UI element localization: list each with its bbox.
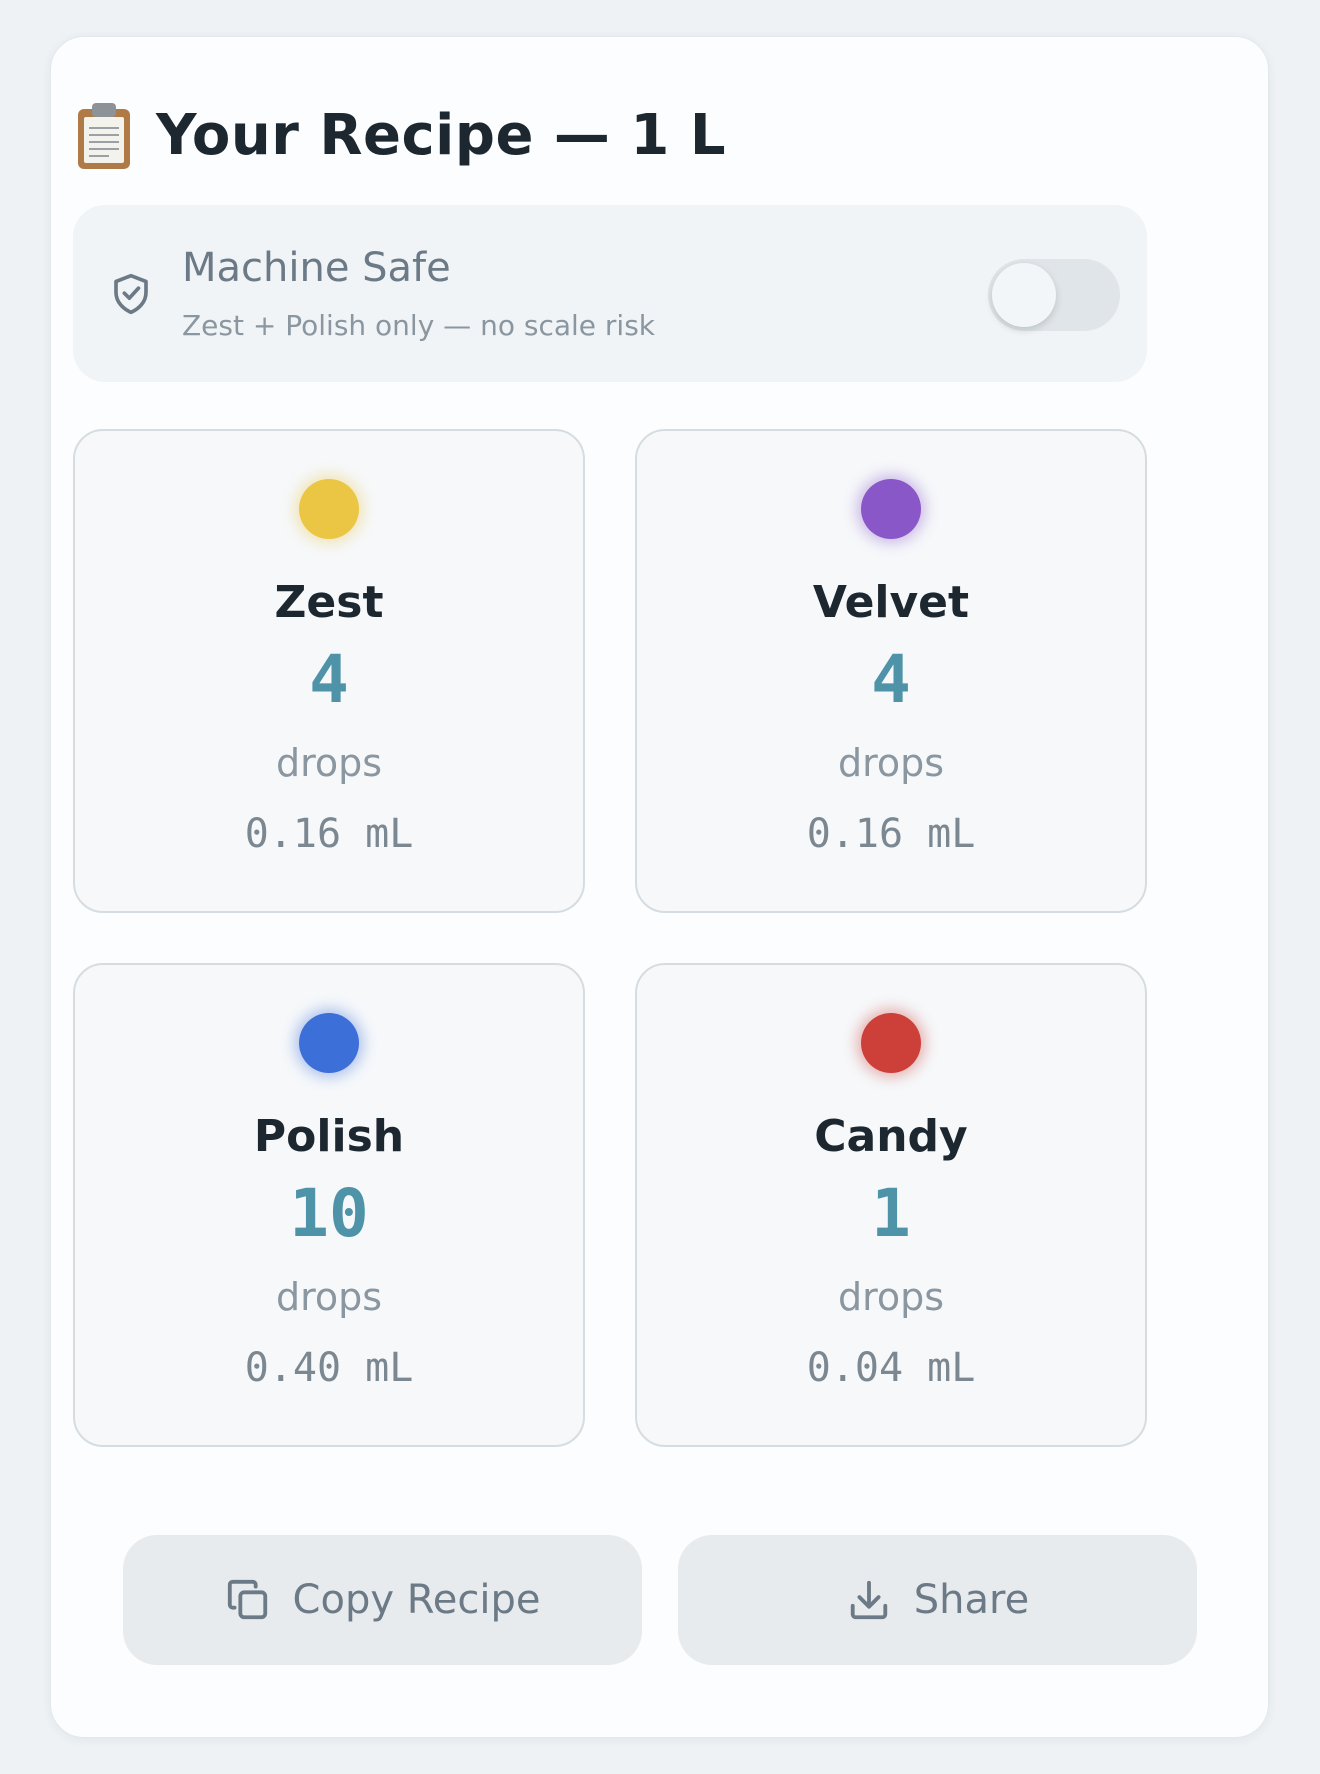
flavor-unit: drops xyxy=(275,741,383,785)
flavor-card-polish: Polish 10 drops 0.40 mL xyxy=(73,963,585,1447)
flavor-card-velvet: Velvet 4 drops 0.16 mL xyxy=(635,429,1147,913)
download-icon xyxy=(850,1580,887,1620)
copy-icon xyxy=(227,1579,267,1620)
flavor-color-dot xyxy=(299,1013,359,1073)
flavor-drop-count: 4 xyxy=(871,641,911,718)
flavor-name: Velvet xyxy=(812,577,970,628)
flavor-volume: 0.16 mL xyxy=(806,811,976,857)
copy-recipe-button[interactable]: Copy Recipe xyxy=(123,1535,642,1665)
recipe-header: Your Recipe — 1 L xyxy=(76,80,726,190)
flavor-name: Candy xyxy=(814,1111,968,1162)
flavor-drop-count: 1 xyxy=(871,1175,911,1252)
flavor-card-candy: Candy 1 drops 0.04 mL xyxy=(635,963,1147,1447)
flavor-unit: drops xyxy=(837,1275,945,1319)
flavor-volume: 0.16 mL xyxy=(244,811,414,857)
flavor-color-dot xyxy=(861,1013,921,1073)
machine-safe-subtitle: Zest + Polish only — no scale risk xyxy=(182,309,655,342)
flavor-color-dot xyxy=(861,479,921,539)
share-label: Share xyxy=(913,1577,1030,1623)
flavor-drop-count: 10 xyxy=(289,1175,369,1252)
flavor-grid: Zest 4 drops 0.16 mL Velvet 4 drops 0.16… xyxy=(73,429,1147,1489)
flavor-color-dot xyxy=(299,479,359,539)
flavor-volume: 0.04 mL xyxy=(806,1345,976,1391)
page-title: Your Recipe — 1 L xyxy=(156,102,727,168)
shield-check-icon xyxy=(114,273,148,315)
flavor-name: Polish xyxy=(253,1111,405,1162)
flavor-volume: 0.40 mL xyxy=(244,1345,414,1391)
flavor-drop-count: 4 xyxy=(309,641,349,718)
flavor-card-zest: Zest 4 drops 0.16 mL xyxy=(73,429,585,913)
flavor-name: Zest xyxy=(274,577,384,628)
flavor-unit: drops xyxy=(837,741,945,785)
machine-safe-toggle[interactable] xyxy=(988,259,1120,331)
flavor-unit: drops xyxy=(275,1275,383,1319)
machine-safe-title: Machine Safe xyxy=(182,245,451,291)
share-button[interactable]: Share xyxy=(678,1535,1197,1665)
copy-recipe-label: Copy Recipe xyxy=(292,1577,541,1623)
machine-safe-panel: Machine Safe Zest + Polish only — no sca… xyxy=(73,205,1147,382)
clipboard-icon xyxy=(76,101,132,169)
toggle-knob xyxy=(992,263,1056,327)
